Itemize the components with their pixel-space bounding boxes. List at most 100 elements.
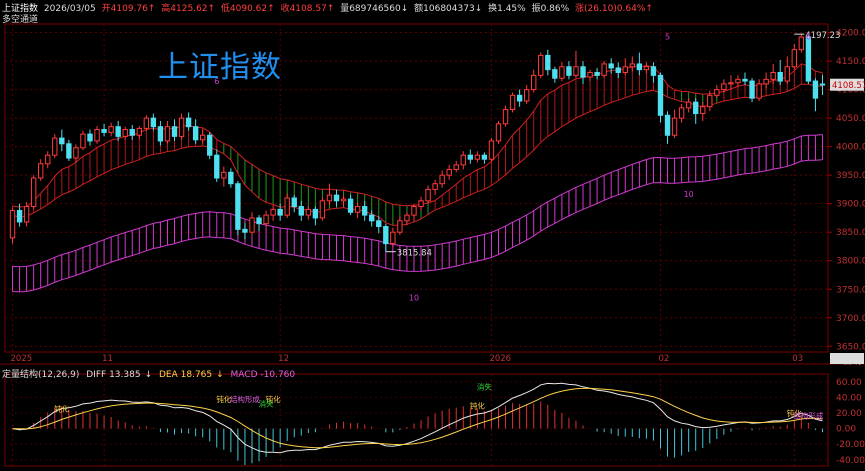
- y-tick-label: 4050.00: [836, 114, 865, 124]
- candle-body: [397, 220, 403, 233]
- candle-body: [23, 206, 30, 223]
- period-button[interactable]: 日线: [843, 354, 861, 367]
- diff-value: 13.385: [109, 370, 141, 380]
- candle-body: [354, 206, 361, 213]
- wave-label: 10: [409, 294, 419, 303]
- candle-body: [728, 82, 734, 85]
- candle-body: [214, 154, 220, 179]
- quote-header: 上证指数 2026/03/05 开4109.76↑ 高4125.62↑ 低409…: [2, 1, 656, 14]
- diff-line: [12, 382, 823, 454]
- macd-value: -10.760: [260, 370, 296, 380]
- candle-body: [488, 140, 495, 160]
- wave-label: 6: [806, 32, 811, 41]
- candle-body: [671, 117, 678, 136]
- candle-body: [566, 66, 572, 76]
- candle-body: [742, 78, 748, 82]
- candle-body: [573, 66, 579, 76]
- candle-body: [59, 137, 65, 145]
- amplitude-value: 振0.86%: [531, 4, 570, 14]
- candle-body: [361, 206, 368, 216]
- macd-signal-label: 消失: [259, 399, 274, 409]
- indicator-frame: [4, 373, 829, 467]
- indicator-tick-label: 60.00: [836, 378, 862, 388]
- candle-body: [164, 126, 171, 142]
- candle-body: [333, 194, 340, 202]
- candle-body: [531, 74, 537, 91]
- wave-label: 10: [684, 190, 694, 199]
- candle-body: [735, 78, 741, 84]
- candle-body: [256, 217, 262, 225]
- close-value: 收4108.57↑: [280, 4, 335, 14]
- candle-body: [45, 154, 51, 165]
- candle-body: [108, 126, 114, 133]
- macd-signal-label: 结构形成: [230, 394, 260, 404]
- main-frame: [4, 23, 829, 353]
- candle-body: [326, 194, 333, 202]
- candle-body: [249, 217, 255, 233]
- candle-body: [819, 83, 826, 86]
- candle-body: [594, 71, 600, 76]
- candle-body: [207, 134, 213, 156]
- candle-body: [798, 36, 805, 51]
- candle-body: [678, 107, 685, 119]
- candle-body: [721, 83, 727, 91]
- stock-chart: 3650.00 3700.00 3750.00 3800.00 3850.00 3900.…: [0, 23, 865, 467]
- long-channel-lower: [12, 159, 823, 293]
- candle-body: [453, 164, 459, 170]
- last-price-label: 4108.57: [832, 81, 865, 91]
- candle-body: [178, 117, 185, 137]
- macd-signal-label: 钝化: [470, 400, 485, 410]
- x-tick-label: 2025: [11, 354, 33, 364]
- y-tick-label: 3750.00: [836, 285, 865, 295]
- candle-body: [340, 198, 347, 202]
- candle-body: [298, 206, 304, 216]
- high-value: 高4125.62↑: [161, 4, 216, 14]
- candle-body: [693, 101, 699, 115]
- candle-body: [270, 208, 276, 216]
- candle-body: [615, 67, 621, 73]
- candle-body: [643, 66, 650, 71]
- candle-body: [143, 117, 150, 129]
- candle-body: [523, 89, 530, 102]
- indicator-tick-label: 20.00: [836, 409, 862, 419]
- candle-body: [791, 49, 797, 68]
- macd-signal-label: 结构形成: [793, 410, 823, 420]
- candle-body: [650, 66, 657, 76]
- low-value: 低4090.62↑: [220, 4, 275, 14]
- candle-body: [38, 163, 44, 179]
- candle-body: [136, 127, 142, 136]
- candle-body: [157, 126, 164, 142]
- candle-body: [460, 154, 466, 166]
- candle-body: [446, 168, 452, 176]
- candle-body: [707, 94, 713, 108]
- volume-value: 量689746560↓: [340, 4, 409, 14]
- candle-body: [601, 63, 607, 76]
- candle-body: [312, 208, 319, 219]
- candle-body: [228, 171, 234, 185]
- candle-body: [770, 71, 776, 80]
- y-tick-label: 3650.00: [836, 342, 865, 352]
- y-tick-label: 4150.00: [836, 57, 865, 67]
- amount-value: 额1068043​73↓: [414, 4, 483, 14]
- candle-body: [73, 147, 79, 159]
- candle-body: [629, 63, 635, 68]
- open-value: 开4109.76↑: [101, 4, 156, 14]
- dea-label: DEA 18.765 ↓: [158, 370, 224, 380]
- macd-title: 定量结构(12,26,9): [2, 370, 80, 380]
- candle-body: [516, 94, 523, 102]
- price-callout: 3815.84: [397, 249, 432, 259]
- y-tick-label: 3900.00: [836, 200, 865, 210]
- candle-body: [538, 54, 544, 76]
- candle-body: [87, 133, 93, 142]
- candle-body: [664, 114, 671, 136]
- y-tick-label: 3800.00: [836, 257, 865, 267]
- candle-body: [185, 117, 192, 128]
- candle-body: [777, 71, 783, 82]
- candle-body: [587, 71, 593, 78]
- candle-body: [474, 154, 481, 160]
- long-channel-upper: [12, 134, 823, 268]
- candle-body: [784, 66, 790, 82]
- candle-body: [277, 208, 283, 216]
- candle-body: [376, 220, 382, 228]
- y-tick-label: 3950.00: [836, 171, 865, 181]
